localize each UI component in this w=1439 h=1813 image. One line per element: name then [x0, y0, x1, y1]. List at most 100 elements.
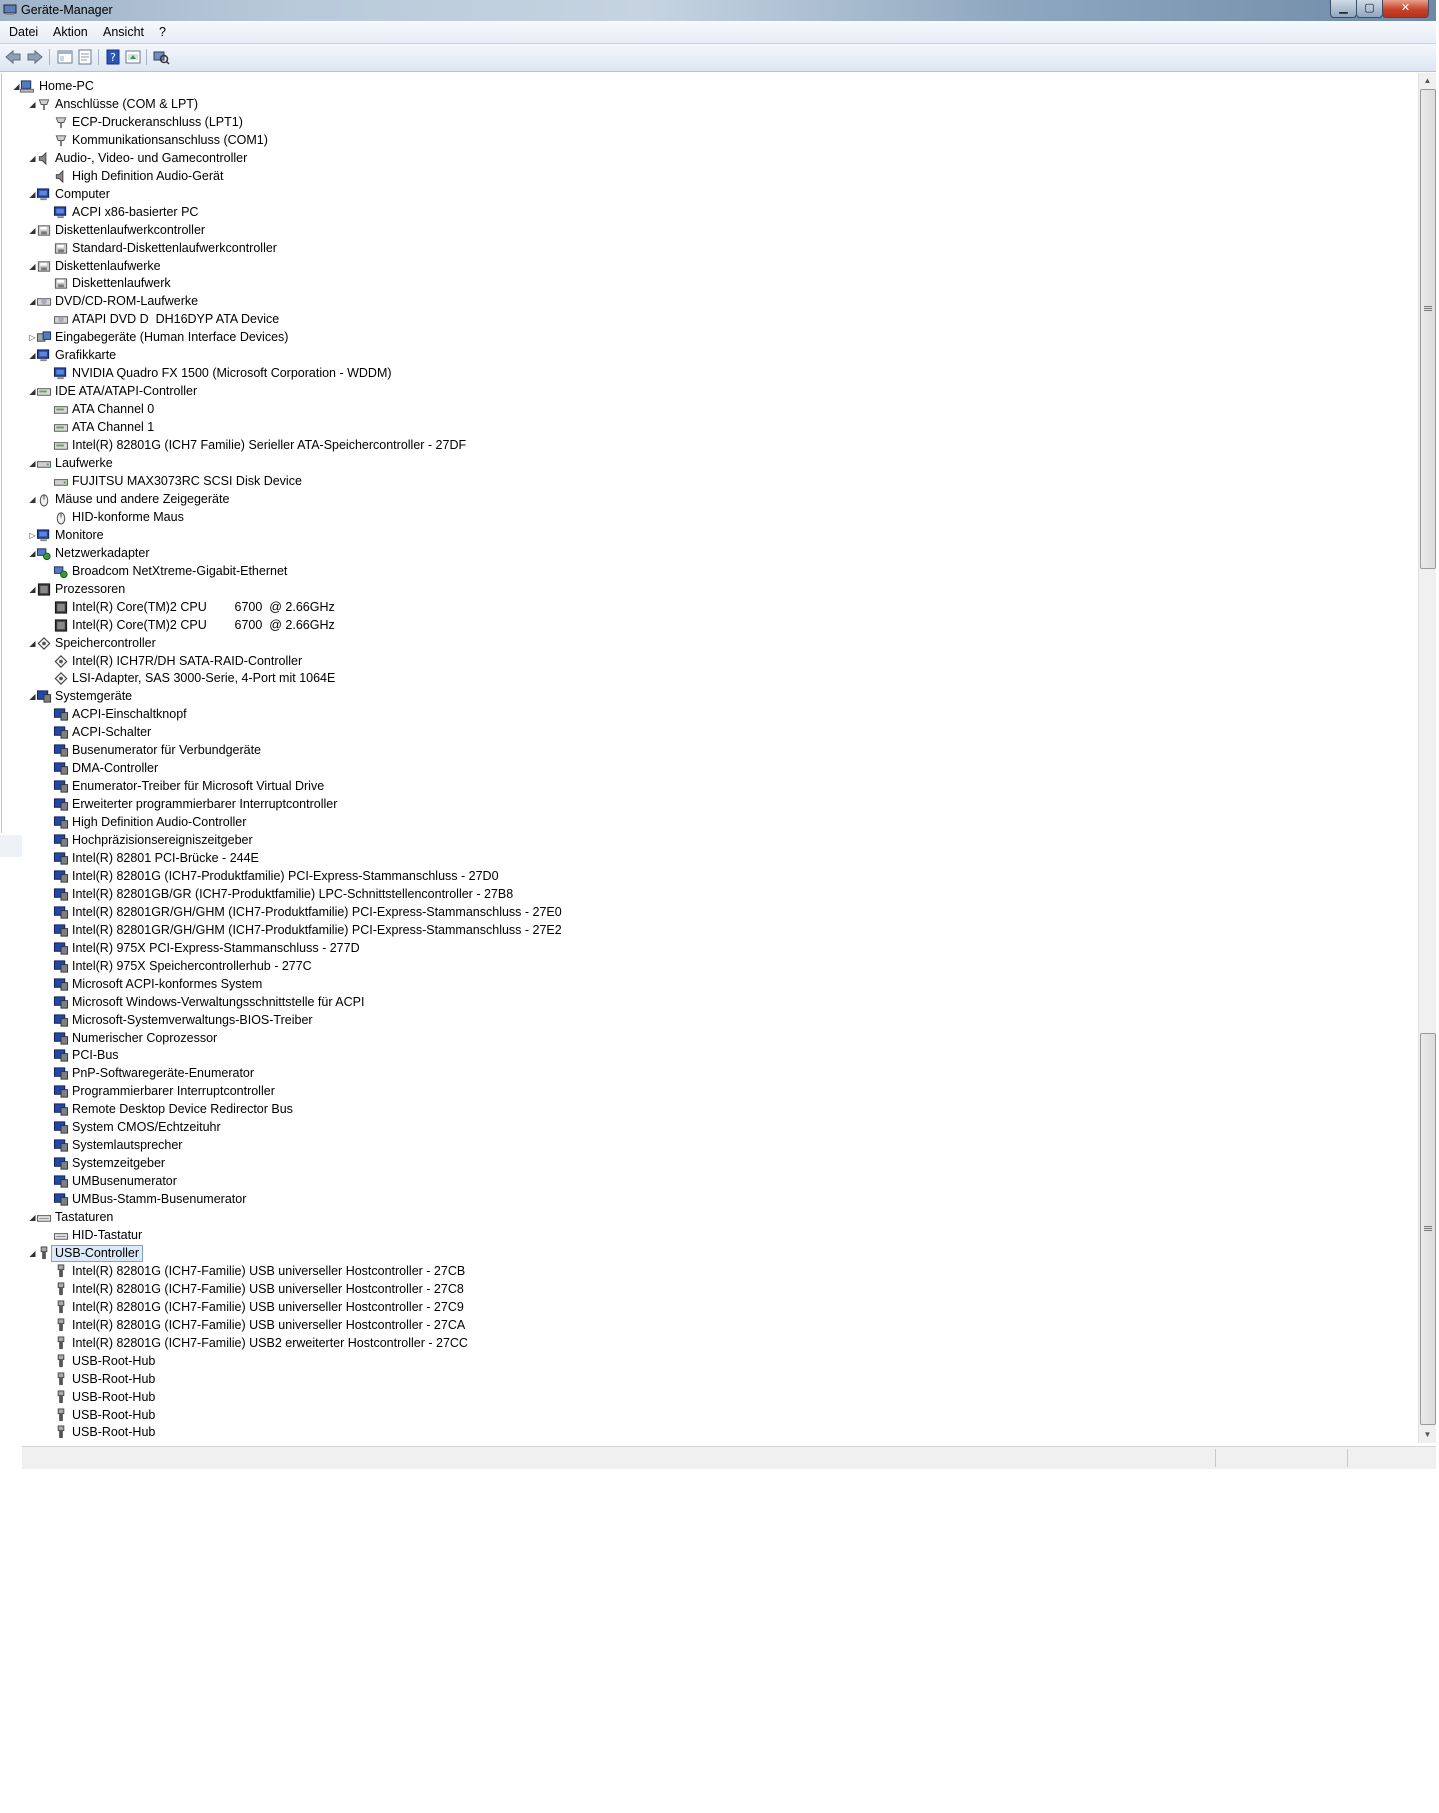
tree-item[interactable]: Intel(R) 82801GR/GH/GHM (ICH7-Produktfam…: [0, 922, 1400, 940]
back-icon[interactable]: [4, 48, 22, 66]
tree-item[interactable]: Intel(R) 82801G (ICH7-Familie) USB unive…: [0, 1281, 1400, 1299]
tree-item[interactable]: Erweiterter programmierbarer Interruptco…: [0, 796, 1400, 814]
scrollbar-thumb[interactable]: [1420, 89, 1436, 569]
tree-item[interactable]: USB-Root-Hub: [0, 1389, 1400, 1407]
tree-category[interactable]: ◢ Tastaturen: [0, 1209, 1400, 1227]
tree-item[interactable]: NVIDIA Quadro FX 1500 (Microsoft Corpora…: [0, 365, 1400, 383]
tree-item[interactable]: Intel(R) 82801GR/GH/GHM (ICH7-Produktfam…: [0, 904, 1400, 922]
tree-item-label: Laufwerke: [55, 456, 113, 471]
tree-item[interactable]: High Definition Audio-Gerät: [0, 168, 1400, 186]
tree-item[interactable]: PnP-Softwaregeräte-Enumerator: [0, 1065, 1400, 1083]
tree-category[interactable]: ◢ Diskettenlaufwerke: [0, 258, 1400, 276]
tree-item[interactable]: FUJITSU MAX3073RC SCSI Disk Device: [0, 473, 1400, 491]
tree-item[interactable]: USB-Root-Hub: [0, 1353, 1400, 1371]
tree-item[interactable]: Intel(R) Core(TM)2 CPU 6700 @ 2.66GHz: [0, 617, 1400, 635]
tree-item[interactable]: HID-konforme Maus: [0, 509, 1400, 527]
tree-category[interactable]: ▷ Eingabegeräte (Human Interface Devices): [0, 329, 1400, 347]
tree-category[interactable]: ◢ USB-Controller: [0, 1244, 1400, 1263]
tree-item[interactable]: ACPI-Schalter: [0, 724, 1400, 742]
tree-item[interactable]: Programmierbarer Interruptcontroller: [0, 1083, 1400, 1101]
tree-root[interactable]: ◢ Home-PC: [0, 78, 1400, 96]
tree-item[interactable]: HID-Tastatur: [0, 1227, 1400, 1245]
scan-hardware-icon[interactable]: [152, 48, 170, 66]
tree-item[interactable]: USB-Root-Hub: [0, 1407, 1400, 1425]
tree-category[interactable]: ◢ Mäuse und andere Zeigegeräte: [0, 491, 1400, 509]
menu-ansicht[interactable]: Ansicht: [103, 25, 144, 39]
tree-item[interactable]: Intel(R) 82801G (ICH7-Familie) USB2 erwe…: [0, 1335, 1400, 1353]
scrollbar-thumb[interactable]: [1420, 1033, 1436, 1425]
update-driver-icon[interactable]: [124, 48, 142, 66]
tree-item[interactable]: UMBus-Stamm-Busenumerator: [0, 1191, 1400, 1209]
close-button[interactable]: ✕: [1382, 0, 1429, 18]
menu-datei[interactable]: Datei: [9, 25, 38, 39]
tree-item[interactable]: Intel(R) 975X Speichercontrollerhub - 27…: [0, 958, 1400, 976]
tree-item[interactable]: System CMOS/Echtzeituhr: [0, 1119, 1400, 1137]
tree-category[interactable]: ◢ Computer: [0, 186, 1400, 204]
tree-item[interactable]: Intel(R) ICH7R/DH SATA-RAID-Controller: [0, 653, 1400, 671]
tree-item[interactable]: High Definition Audio-Controller: [0, 814, 1400, 832]
tree-item[interactable]: Numerischer Coprozessor: [0, 1030, 1400, 1048]
tree-item[interactable]: LSI-Adapter, SAS 3000-Serie, 4-Port mit …: [0, 670, 1400, 688]
tree-item[interactable]: UMBusenumerator: [0, 1173, 1400, 1191]
tree-item[interactable]: Busenumerator für Verbundgeräte: [0, 742, 1400, 760]
tree-category[interactable]: ◢ Laufwerke: [0, 455, 1400, 473]
tree-item[interactable]: Systemlautsprecher: [0, 1137, 1400, 1155]
tree-item[interactable]: Hochpräzisionsereigniszeitgeber: [0, 832, 1400, 850]
tree-item[interactable]: USB-Root-Hub: [0, 1371, 1400, 1389]
vertical-scrollbar[interactable]: ▲ ▼: [1418, 73, 1436, 1443]
tree-item[interactable]: Intel(R) Core(TM)2 CPU 6700 @ 2.66GHz: [0, 599, 1400, 617]
tree-item[interactable]: Systemzeitgeber: [0, 1155, 1400, 1173]
tree-category[interactable]: ◢ Grafikkarte: [0, 347, 1400, 365]
tree-item[interactable]: Microsoft Windows-Verwaltungsschnittstel…: [0, 994, 1400, 1012]
tree-item[interactable]: Diskettenlaufwerk: [0, 275, 1400, 293]
tree-category[interactable]: ◢ Netzwerkadapter: [0, 545, 1400, 563]
minimize-button[interactable]: ▁: [1330, 0, 1357, 18]
tree-item[interactable]: Intel(R) 82801GB/GR (ICH7-Produktfamilie…: [0, 886, 1400, 904]
menu-aktion[interactable]: Aktion: [53, 25, 88, 39]
menu-help[interactable]: ?: [159, 25, 166, 39]
tree-category[interactable]: ◢ IDE ATA/ATAPI-Controller: [0, 383, 1400, 401]
tree-item-label: PnP-Softwaregeräte-Enumerator: [72, 1066, 255, 1081]
tree-category[interactable]: ◢ Anschlüsse (COM & LPT): [0, 96, 1400, 114]
title-bar[interactable]: Geräte-Manager ▁ ▢ ✕: [0, 0, 1436, 21]
tree-item[interactable]: ATA Channel 1: [0, 419, 1400, 437]
properties-icon[interactable]: [76, 48, 94, 66]
console-tree-icon[interactable]: [56, 48, 74, 66]
tree-item[interactable]: Intel(R) 82801G (ICH7-Produktfamilie) PC…: [0, 868, 1400, 886]
tree-category[interactable]: ◢ Speichercontroller: [0, 635, 1400, 653]
scroll-down-icon[interactable]: ▼: [1419, 1427, 1436, 1443]
tree-item[interactable]: Intel(R) 82801G (ICH7-Familie) USB unive…: [0, 1317, 1400, 1335]
tree-item[interactable]: Intel(R) 82801G (ICH7-Familie) USB unive…: [0, 1299, 1400, 1317]
tree-category[interactable]: ◢ Prozessoren: [0, 581, 1400, 599]
tree-item[interactable]: Intel(R) 82801G (ICH7-Familie) USB unive…: [0, 1263, 1400, 1281]
tree-item[interactable]: PCI-Bus: [0, 1047, 1400, 1065]
tree-item[interactable]: Intel(R) 975X PCI-Express-Stammanschluss…: [0, 940, 1400, 958]
scroll-up-icon[interactable]: ▲: [1419, 73, 1436, 89]
tree-item[interactable]: ACPI-Einschaltknopf: [0, 706, 1400, 724]
forward-icon[interactable]: [26, 48, 44, 66]
tree-category[interactable]: ◢ Systemgeräte: [0, 688, 1400, 706]
tree-item[interactable]: Kommunikationsanschluss (COM1): [0, 132, 1400, 150]
tree-item[interactable]: ATA Channel 0: [0, 401, 1400, 419]
tree-item[interactable]: Enumerator-Treiber für Microsoft Virtual…: [0, 778, 1400, 796]
tree-category[interactable]: ▷ Monitore: [0, 527, 1400, 545]
tree-item[interactable]: DMA-Controller: [0, 760, 1400, 778]
system-device-icon: [53, 1139, 69, 1152]
help-icon[interactable]: ?: [104, 48, 122, 66]
tree-item[interactable]: USB-Root-Hub: [0, 1424, 1400, 1442]
device-tree[interactable]: ◢ Home-PC ◢ Anschlüsse (COM & LPT) ECP-Druck…: [0, 73, 1417, 1443]
tree-item[interactable]: ATAPI DVD D DH16DYP ATA Device: [0, 311, 1400, 329]
tree-item[interactable]: Broadcom NetXtreme-Gigabit-Ethernet: [0, 563, 1400, 581]
tree-item[interactable]: Remote Desktop Device Redirector Bus: [0, 1101, 1400, 1119]
tree-item[interactable]: Microsoft-Systemverwaltungs-BIOS-Treiber: [0, 1012, 1400, 1030]
tree-item[interactable]: Intel(R) 82801G (ICH7 Familie) Serieller…: [0, 437, 1400, 455]
tree-item[interactable]: ECP-Druckeranschluss (LPT1): [0, 114, 1400, 132]
tree-category[interactable]: ◢ Audio-, Video- und Gamecontroller: [0, 150, 1400, 168]
tree-item[interactable]: Standard-Diskettenlaufwerkcontroller: [0, 240, 1400, 258]
tree-item[interactable]: Microsoft ACPI-konformes System: [0, 976, 1400, 994]
tree-category[interactable]: ◢ Diskettenlaufwerkcontroller: [0, 222, 1400, 240]
tree-category[interactable]: ◢ DVD/CD-ROM-Laufwerke: [0, 293, 1400, 311]
tree-item[interactable]: Intel(R) 82801 PCI-Brücke - 244E: [0, 850, 1400, 868]
maximize-button[interactable]: ▢: [1356, 0, 1383, 18]
tree-item[interactable]: ACPI x86-basierter PC: [0, 204, 1400, 222]
